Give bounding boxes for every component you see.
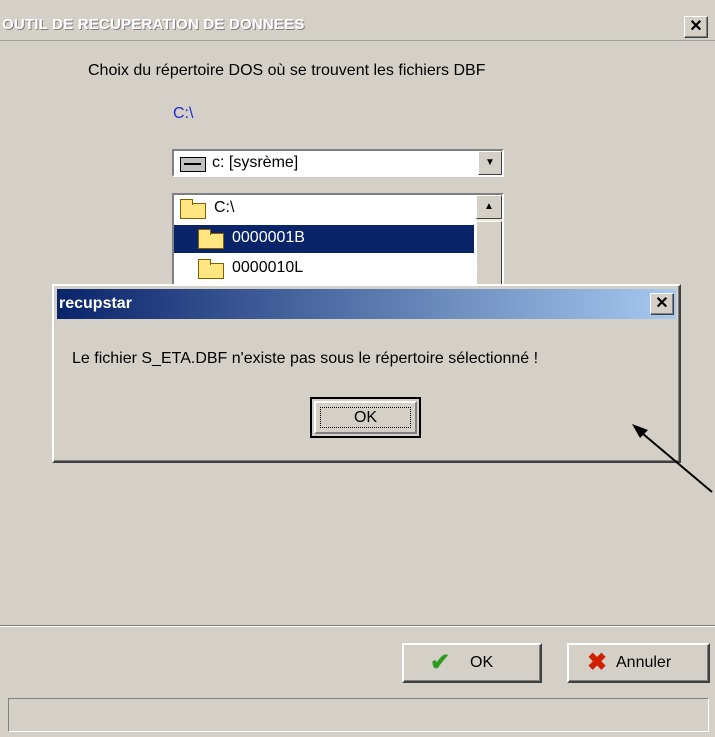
drive-select-value: c: [sysrème] <box>212 154 299 171</box>
folder-list-scrollbar[interactable]: ▲ <box>476 195 502 285</box>
status-bar <box>8 698 709 732</box>
scroll-thumb[interactable] <box>476 221 502 285</box>
drive-select[interactable]: c: [sysrème] ▼ <box>172 149 504 177</box>
dialog-ok-label: OK <box>320 407 411 428</box>
folder-icon <box>198 259 224 279</box>
folder-label: 0000001B <box>232 229 305 246</box>
close-icon: ✕ <box>689 18 703 35</box>
main-close-button[interactable]: ✕ <box>684 16 708 38</box>
drive-dropdown-button[interactable]: ▼ <box>478 151 502 175</box>
dialog-title-bar: recupstar ✕ <box>57 289 676 319</box>
chevron-up-icon: ▲ <box>484 201 494 212</box>
drive-icon <box>180 157 206 172</box>
chevron-down-icon: ▼ <box>485 157 495 168</box>
folder-icon <box>198 229 224 249</box>
folder-label: C:\ <box>214 199 235 216</box>
annotation-arrow-icon <box>632 424 713 493</box>
dialog-title: recupstar <box>59 295 132 312</box>
dialog-message: Le fichier S_ETA.DBF n'existe pas sous l… <box>72 350 539 367</box>
open-folder-icon <box>180 199 206 219</box>
cancel-button-label: Annuler <box>616 654 672 671</box>
folder-list-item[interactable]: 0000010L <box>174 255 474 283</box>
dialog-ok-bevel: OK <box>314 401 417 434</box>
dialog-ok-button[interactable]: OK <box>310 397 421 438</box>
scroll-up-button[interactable]: ▲ <box>476 195 502 219</box>
ok-button-label: OK <box>470 654 494 671</box>
main-title-bar: OUTIL DE RECUPERATION DE DONNEES ✕ <box>0 0 715 41</box>
checkmark-icon: ✔ <box>430 649 451 676</box>
dialog-close-button[interactable]: ✕ <box>650 293 674 315</box>
cancel-button[interactable]: ✖ Annuler <box>567 643 710 683</box>
directory-prompt-label: Choix du répertoire DOS où se trouvent l… <box>88 62 486 79</box>
red-x-icon: ✖ <box>587 649 608 676</box>
message-dialog: recupstar ✕ Le fichier S_ETA.DBF n'exist… <box>52 284 681 463</box>
bottom-separator <box>0 625 715 627</box>
folder-list-item-root[interactable]: C:\ <box>174 195 474 223</box>
folder-list[interactable]: C:\ 0000001B 0000010L ▲ <box>172 193 504 285</box>
ok-button[interactable]: ✔ OK <box>402 643 542 683</box>
close-icon: ✕ <box>655 295 669 312</box>
folder-list-item-selected[interactable]: 0000001B <box>174 225 474 253</box>
current-path-label: C:\ <box>173 105 194 122</box>
main-window-title: OUTIL DE RECUPERATION DE DONNEES <box>2 16 305 33</box>
folder-label: 0000010L <box>232 259 304 276</box>
